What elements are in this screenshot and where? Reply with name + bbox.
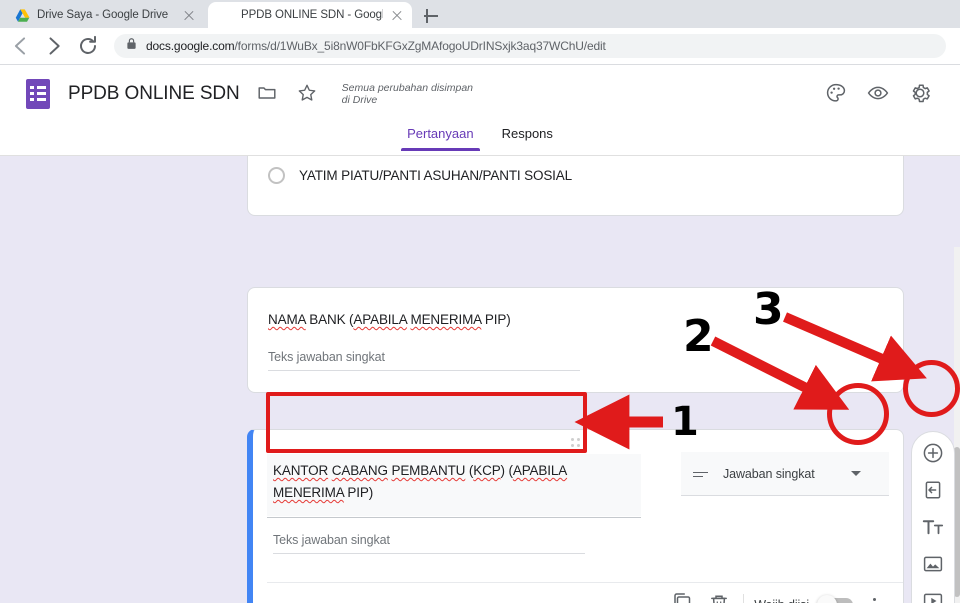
google-drive-icon (15, 8, 30, 23)
import-questions-icon[interactable] (921, 478, 945, 502)
add-title-description-icon[interactable] (921, 515, 945, 539)
card-footer-divider (267, 582, 903, 583)
short-answer-preview: Teks jawaban singkat (273, 533, 585, 554)
question-card-nama-bank[interactable]: NAMA BANK (APABILA MENERIMA PIP) Teks ja… (247, 287, 904, 393)
google-forms-icon (219, 8, 234, 23)
required-toggle[interactable] (817, 595, 853, 603)
browser-tab-drive[interactable]: Drive Saya - Google Drive (4, 2, 204, 28)
google-forms-logo-icon (26, 79, 50, 109)
browser-tab-title: Drive Saya - Google Drive (37, 9, 169, 21)
question-card-actions: Wajib diisi (665, 590, 889, 603)
screenshot-root: Drive Saya - Google Drive PPDB ONLINE SD… (0, 0, 960, 603)
preview-eye-icon[interactable] (866, 81, 892, 107)
address-bar-url: docs.google.com/forms/d/1WuBx_5i8nW0FbKF… (146, 39, 606, 53)
drag-handle-icon[interactable] (571, 438, 587, 448)
star-icon[interactable] (296, 82, 320, 106)
question-card-selected[interactable]: KANTOR CABANG PEMBANTU (KCP) (APABILA MEN… (247, 429, 904, 603)
theme-palette-icon[interactable] (824, 81, 850, 107)
google-forms-app: PPDB ONLINE SDN Semua perubahan disimpan… (0, 65, 960, 603)
form-canvas: YATIM PIATU/PANTI ASUHAN/PANTI SOSIAL NA… (0, 156, 960, 603)
lock-icon (126, 37, 137, 55)
answer-underline (268, 370, 580, 371)
form-title[interactable]: PPDB ONLINE SDN (68, 83, 240, 105)
short-answer-type-icon (693, 468, 709, 480)
add-image-icon[interactable] (921, 552, 945, 576)
forms-header: PPDB ONLINE SDN Semua perubahan disimpan… (0, 65, 960, 123)
question-title-underline (267, 517, 641, 518)
question-title-text: KANTOR CABANG PEMBANTU (KCP) (APABILA MEN… (273, 463, 568, 500)
tab-respons[interactable]: Respons (488, 123, 567, 151)
save-status-text: Semua perubahan disimpan di Drive (341, 81, 473, 107)
tab-pertanyaan[interactable]: Pertanyaan (393, 123, 488, 151)
new-tab-button[interactable] (420, 5, 442, 27)
browser-tab-strip: Drive Saya - Google Drive PPDB ONLINE SD… (0, 0, 960, 28)
back-arrow-icon[interactable] (6, 32, 34, 60)
question-type-label: Jawaban singkat (723, 466, 815, 481)
duplicate-icon[interactable] (665, 590, 701, 603)
close-icon[interactable] (390, 8, 404, 22)
radio-button-icon[interactable] (268, 167, 285, 184)
required-toggle-label: Wajib diisi (754, 598, 809, 603)
forms-header-actions (824, 81, 934, 107)
forms-tabs: Pertanyaan Respons (0, 123, 960, 156)
short-answer-placeholder: Teks jawaban singkat (273, 533, 390, 547)
radio-option-label: YATIM PIATU/PANTI ASUHAN/PANTI SOSIAL (299, 168, 572, 183)
forward-arrow-icon[interactable] (40, 32, 68, 60)
add-video-icon[interactable] (921, 589, 945, 603)
folder-icon[interactable] (256, 82, 280, 106)
short-answer-placeholder: Teks jawaban singkat (268, 350, 385, 364)
close-icon[interactable] (182, 8, 196, 22)
radio-option-row[interactable]: YATIM PIATU/PANTI ASUHAN/PANTI SOSIAL (268, 167, 572, 184)
add-item-toolbar (911, 431, 955, 603)
question-card-previous[interactable]: YATIM PIATU/PANTI ASUHAN/PANTI SOSIAL (247, 156, 904, 216)
reload-icon[interactable] (74, 32, 102, 60)
answer-underline (273, 553, 585, 554)
browser-tab-forms[interactable]: PPDB ONLINE SDN - Google For (208, 2, 412, 28)
trash-icon[interactable] (701, 590, 737, 603)
add-question-icon[interactable] (921, 441, 945, 465)
short-answer-preview: Teks jawaban singkat (268, 350, 580, 371)
address-bar[interactable]: docs.google.com/forms/d/1WuBx_5i8nW0FbKF… (114, 34, 946, 58)
kebab-menu-icon[interactable] (859, 591, 889, 603)
settings-gear-icon[interactable] (908, 81, 934, 107)
url-path: /forms/d/1WuBx_5i8nW0FbKFGxZgMAfogoUDrIN… (234, 39, 606, 53)
chevron-down-icon[interactable] (851, 471, 861, 476)
url-host: docs.google.com (146, 39, 235, 53)
browser-tab-title: PPDB ONLINE SDN - Google For (241, 9, 383, 21)
browser-omnibox-row: docs.google.com/forms/d/1WuBx_5i8nW0FbKF… (0, 28, 960, 64)
question-type-dropdown[interactable]: Jawaban singkat (681, 452, 889, 496)
actions-divider (743, 594, 745, 603)
question-title-nama-bank: NAMA BANK (APABILA MENERIMA PIP) (268, 312, 511, 327)
